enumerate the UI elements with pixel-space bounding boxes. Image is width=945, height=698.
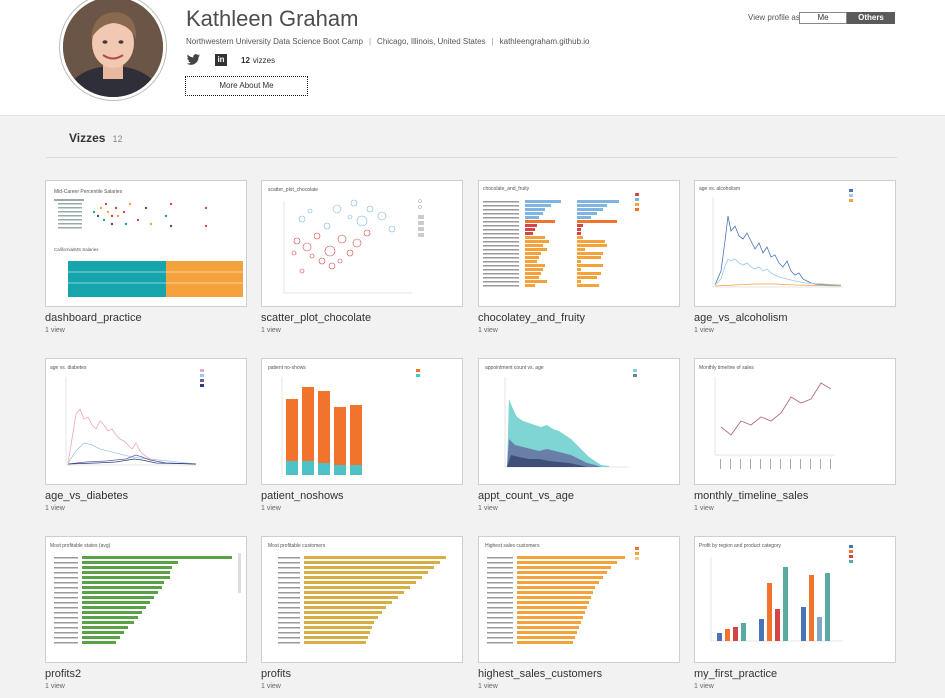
viz-card[interactable]: Mid-Career Percentile Salaries Californi… bbox=[45, 180, 247, 334]
viz-thumbnail[interactable]: Most profitable states (avg) bbox=[45, 536, 247, 663]
view-profile-label: View profile as bbox=[748, 13, 800, 22]
viz-card[interactable]: Profit by region and product category my… bbox=[694, 536, 896, 690]
viz-title[interactable]: scatter_plot_chocolate bbox=[261, 312, 463, 324]
viz-title[interactable]: monthly_timeline_sales bbox=[694, 490, 896, 502]
view-as-me-button[interactable]: Me bbox=[799, 12, 847, 24]
thumb-title: age vs. alcoholism bbox=[699, 186, 740, 192]
viz-views: 1 view bbox=[261, 327, 281, 334]
viz-card[interactable]: Monthly timeline of sales monthly_timeli… bbox=[694, 358, 896, 512]
viz-thumbnail[interactable]: age vs. alcoholism bbox=[694, 180, 896, 307]
viz-card[interactable]: Most profitable states (avg) profits2 1 … bbox=[45, 536, 247, 690]
viz-title[interactable]: profits bbox=[261, 668, 463, 680]
thumb-title: Mid-Career Percentile Salaries bbox=[54, 189, 123, 195]
viz-views: 1 view bbox=[694, 505, 714, 512]
thumb-title: scatter_plot_chocolate bbox=[268, 187, 318, 193]
viz-title[interactable]: patient_noshows bbox=[261, 490, 463, 502]
avatar[interactable] bbox=[60, 0, 166, 100]
viz-title[interactable]: highest_sales_customers bbox=[478, 668, 680, 680]
thumb-title: patient no-shows bbox=[268, 365, 306, 371]
viz-views: 1 view bbox=[694, 327, 714, 334]
viz-views: 1 view bbox=[45, 327, 65, 334]
viz-title[interactable]: age_vs_alcoholism bbox=[694, 312, 896, 324]
profile-meta: Northwestern University Data Science Boo… bbox=[186, 37, 590, 46]
viz-thumbnail[interactable]: Profit by region and product category bbox=[694, 536, 896, 663]
viz-title[interactable]: dashboard_practice bbox=[45, 312, 247, 324]
viz-views: 1 view bbox=[478, 683, 498, 690]
thumb-title: Most profitable customers bbox=[268, 543, 326, 549]
profile-website[interactable]: kathleengraham.github.io bbox=[500, 37, 590, 46]
viz-card[interactable]: Most profitable customers profits 1 view bbox=[261, 536, 463, 690]
viz-views: 1 view bbox=[478, 505, 498, 512]
viz-thumbnail[interactable]: chocolate_and_fruity bbox=[478, 180, 680, 307]
viz-views: 1 view bbox=[261, 505, 281, 512]
viz-thumbnail[interactable]: Most profitable customers bbox=[261, 536, 463, 663]
viz-thumbnail[interactable]: Mid-Career Percentile Salaries Californi… bbox=[45, 180, 247, 307]
viz-thumbnail[interactable]: age vs. diabetes bbox=[45, 358, 247, 485]
viz-card[interactable]: age vs. alcoholism age_vs_alcoholism 1 v… bbox=[694, 180, 896, 334]
viz-card[interactable]: scatter_plot_chocolate scatter_plot_choc… bbox=[261, 180, 463, 334]
section-title: Vizzes 12 bbox=[69, 131, 123, 145]
thumb-title: Monthly timeline of sales bbox=[699, 365, 754, 371]
viz-title[interactable]: my_first_practice bbox=[694, 668, 896, 680]
viz-thumbnail[interactable]: Monthly timeline of sales bbox=[694, 358, 896, 485]
viz-card[interactable]: Highest sales customers highest_sales_cu… bbox=[478, 536, 680, 690]
viz-card[interactable]: age vs. diabetes age_vs_diabetes 1 view bbox=[45, 358, 247, 512]
twitter-icon[interactable] bbox=[186, 54, 201, 66]
viz-thumbnail[interactable]: scatter_plot_chocolate bbox=[261, 180, 463, 307]
profile-header: Kathleen Graham Northwestern University … bbox=[0, 0, 945, 116]
viz-thumbnail[interactable]: appointment count vs. age bbox=[478, 358, 680, 485]
linkedin-icon[interactable]: in bbox=[215, 54, 227, 66]
thumb-title: Profit by region and product category bbox=[699, 543, 781, 549]
viz-title[interactable]: appt_count_vs_age bbox=[478, 490, 680, 502]
viz-title[interactable]: profits2 bbox=[45, 668, 247, 680]
thumb-title: chocolate_and_fruity bbox=[483, 186, 530, 192]
profile-org: Northwestern University Data Science Boo… bbox=[186, 37, 363, 46]
viz-title[interactable]: chocolatey_and_fruity bbox=[478, 312, 680, 324]
thumb-title: appointment count vs. age bbox=[485, 365, 544, 371]
viz-card[interactable]: appointment count vs. age appt_count_vs_… bbox=[478, 358, 680, 512]
viz-views: 1 view bbox=[45, 683, 65, 690]
section-divider bbox=[46, 157, 897, 158]
viz-card[interactable]: chocolate_and_fruity chocolatey_and_frui… bbox=[478, 180, 680, 334]
viz-views: 1 view bbox=[45, 505, 65, 512]
more-about-me-button[interactable]: More About Me bbox=[185, 76, 308, 96]
profile-location: Chicago, Illinois, United States bbox=[377, 37, 486, 46]
view-profile-toggle: Me Others bbox=[799, 12, 895, 24]
vizzes-count[interactable]: 12 vizzes bbox=[241, 56, 275, 65]
thumb-title: age vs. diabetes bbox=[50, 365, 87, 371]
viz-views: 1 view bbox=[261, 683, 281, 690]
social-links: in 12 vizzes bbox=[186, 53, 275, 67]
viz-card[interactable]: patient no-shows patient_noshows 1 view bbox=[261, 358, 463, 512]
thumb-title: Most profitable states (avg) bbox=[50, 543, 111, 549]
viz-thumbnail[interactable]: patient no-shows bbox=[261, 358, 463, 485]
viz-thumbnail[interactable]: Highest sales customers bbox=[478, 536, 680, 663]
thumb-title: Highest sales customers bbox=[485, 543, 540, 549]
view-as-others-button[interactable]: Others bbox=[847, 12, 895, 24]
viz-title[interactable]: age_vs_diabetes bbox=[45, 490, 247, 502]
viz-views: 1 view bbox=[478, 327, 498, 334]
viz-views: 1 view bbox=[694, 683, 714, 690]
section-count: 12 bbox=[112, 134, 123, 144]
svg-text:California/MS Salaries: California/MS Salaries bbox=[54, 247, 99, 252]
profile-name: Kathleen Graham bbox=[186, 6, 359, 31]
